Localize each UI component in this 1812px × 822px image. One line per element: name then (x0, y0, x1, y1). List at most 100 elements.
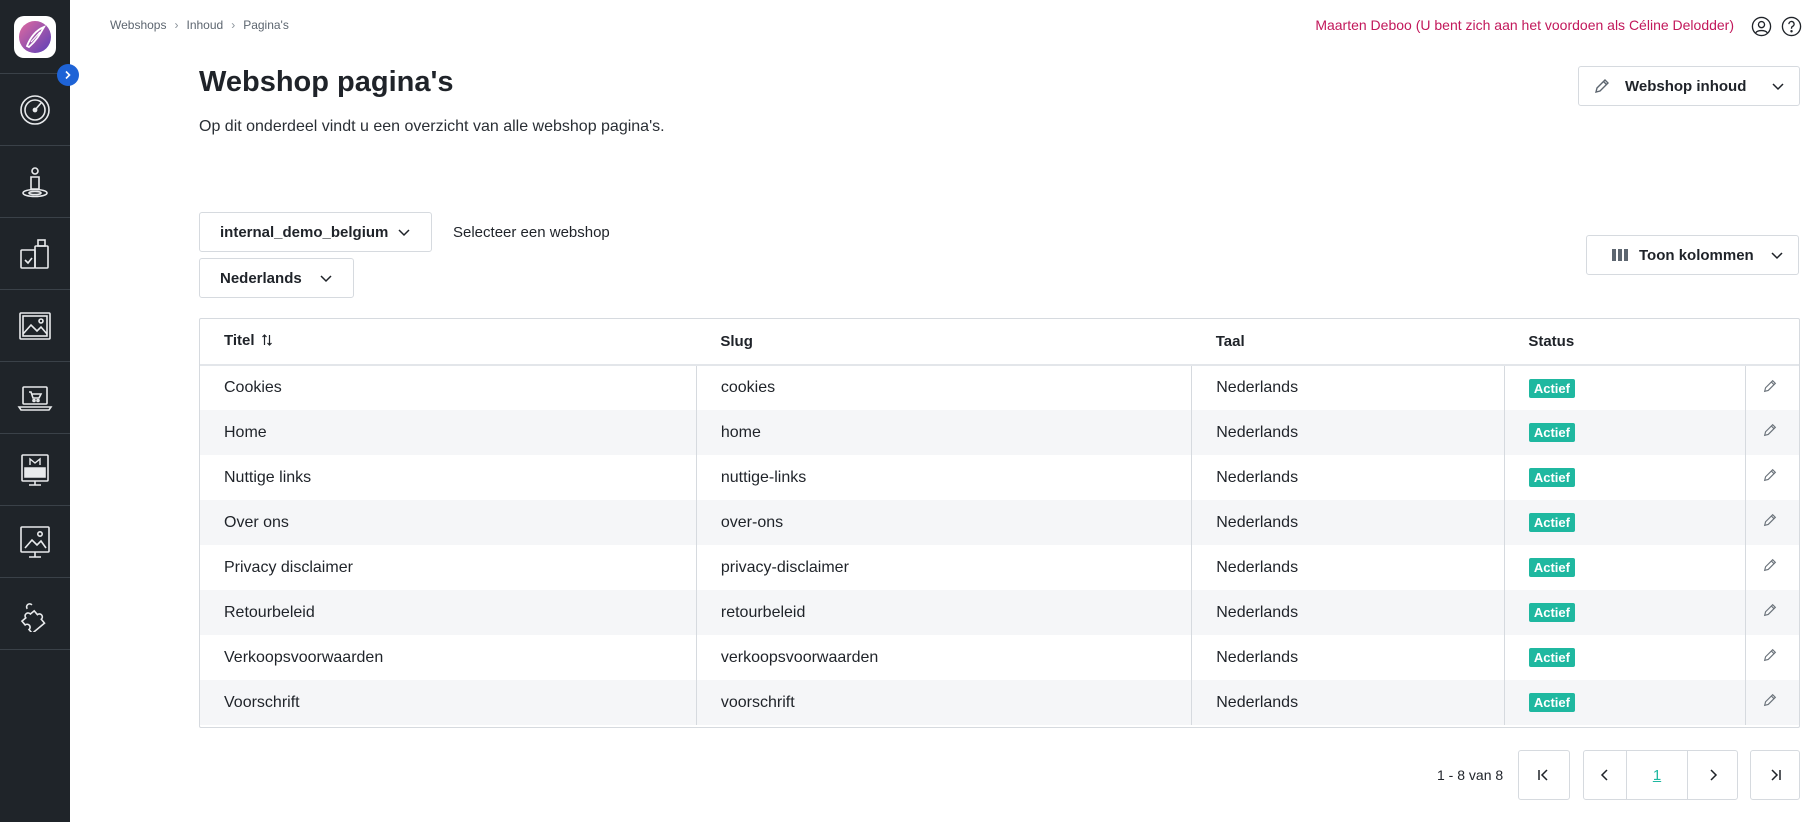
toon-kolommen-dropdown[interactable]: Toon kolommen (1586, 235, 1799, 275)
presentation-icon (20, 525, 50, 558)
webshop-select-value: internal_demo_belgium (220, 223, 389, 241)
sort-icon[interactable] (261, 333, 273, 351)
first-page-icon (1538, 769, 1548, 781)
user-account-icon[interactable] (1750, 15, 1772, 37)
cell-language: Nederlands (1191, 680, 1505, 725)
cell-status: Actief (1503, 545, 1745, 590)
breadcrumb: Webshops › Inhoud › Pagina's (110, 18, 289, 32)
breadcrumb-webshops[interactable]: Webshops (110, 18, 166, 32)
cell-status: Actief (1503, 410, 1745, 455)
pencil-icon (1762, 379, 1778, 398)
breadcrumb-inhoud[interactable]: Inhoud (186, 18, 223, 32)
first-page-button[interactable] (1518, 750, 1570, 800)
cell-title: Retourbeleid (200, 590, 697, 635)
person-icon (22, 166, 48, 197)
cell-slug: retourbeleid (695, 590, 1192, 635)
pencil-icon (1762, 693, 1778, 712)
last-page-button[interactable] (1750, 750, 1800, 800)
next-page-button[interactable] (1688, 751, 1737, 799)
edit-button[interactable] (1744, 455, 1799, 500)
cell-title: Home (200, 410, 697, 455)
status-badge: Actief (1528, 468, 1575, 487)
columns-icon (1612, 249, 1628, 261)
edit-button[interactable] (1744, 365, 1799, 410)
cell-slug: cookies (695, 365, 1192, 410)
pencil-icon (1762, 603, 1778, 622)
laptop-cart-icon (17, 385, 53, 411)
webshop-inhoud-dropdown[interactable]: Webshop inhoud (1578, 66, 1800, 106)
pencil-icon (1762, 558, 1778, 577)
edit-button[interactable] (1744, 590, 1799, 635)
sidebar-item-integrations[interactable] (0, 578, 70, 650)
table-row[interactable]: Privacy disclaimer privacy-disclaimer Nede… (200, 545, 1799, 590)
sidebar-item-customers[interactable] (0, 146, 70, 218)
sidebar-expand-button[interactable] (57, 64, 79, 86)
table-row[interactable]: Cookies cookies Nederlands Actief (200, 365, 1799, 410)
cell-slug: voorschrift (695, 680, 1192, 725)
cell-status: Actief (1503, 365, 1745, 410)
edit-button[interactable] (1744, 500, 1799, 545)
cell-title: Over ons (200, 500, 697, 545)
webshop-select[interactable]: internal_demo_belgium (199, 212, 432, 252)
webshop-select-hint: Selecteer een webshop (453, 224, 610, 241)
pencil-icon (1762, 648, 1778, 667)
webshop-inhoud-label: Webshop inhoud (1625, 77, 1747, 95)
cell-language: Nederlands (1191, 455, 1505, 500)
sidebar-item-marketing[interactable] (0, 434, 70, 506)
edit-button[interactable] (1744, 545, 1799, 590)
image-icon (19, 311, 51, 340)
app-logo[interactable] (0, 0, 70, 74)
sidebar-item-webshops[interactable] (0, 362, 70, 434)
sidebar-item-presentations[interactable] (0, 506, 70, 578)
cell-title: Cookies (224, 379, 282, 396)
cell-slug: privacy-disclaimer (695, 545, 1192, 590)
table-row[interactable]: Verkoopsvoorwaarden verkoopsvoorwaarden Ne… (200, 635, 1799, 680)
pencil-icon (1762, 513, 1778, 532)
sidebar-item-dashboard[interactable] (0, 74, 70, 146)
cell-language: Nederlands (1191, 365, 1505, 410)
cell-title: Voorschrift (200, 680, 697, 725)
table-row[interactable]: Retourbeleid retourbeleid Nederlands Actief (200, 590, 1799, 635)
previous-page-button[interactable] (1584, 751, 1627, 799)
products-icon (20, 238, 49, 269)
pagination-summary: 1 - 8 van 8 (1437, 767, 1504, 783)
chevron-right-icon (1709, 769, 1717, 781)
chevron-left-icon (1600, 769, 1608, 781)
toon-kolommen-label: Toon kolommen (1639, 246, 1754, 264)
pencil-icon (1595, 79, 1609, 93)
table-row[interactable]: Over ons over-ons Nederlands Actief (200, 500, 1799, 545)
status-badge: Actief (1528, 603, 1575, 622)
help-icon[interactable] (1780, 15, 1802, 37)
page-number-button[interactable]: 1 (1627, 751, 1688, 799)
table-row[interactable]: Nuttige links nuttige-links Nederlands Acti… (200, 455, 1799, 500)
column-header-status[interactable]: Status (1504, 319, 1745, 366)
cell-status: Actief (1503, 455, 1745, 500)
sidebar-item-media[interactable] (0, 290, 70, 362)
dashboard-icon (20, 94, 50, 125)
pencil-icon (1762, 423, 1778, 442)
cell-status: Actief (1503, 500, 1745, 545)
breadcrumb-paginas[interactable]: Pagina's (243, 18, 289, 32)
table-row[interactable]: Home home Nederlands Actief (200, 410, 1799, 455)
language-select[interactable]: Nederlands (199, 258, 354, 298)
language-select-value: Nederlands (220, 269, 302, 287)
column-header-taal[interactable]: Taal (1191, 319, 1505, 366)
sidebar-item-products[interactable] (0, 218, 70, 290)
table-header-row: Titel Slug Taal Status (200, 319, 1799, 366)
cell-slug: verkoopsvoorwaarden (695, 635, 1192, 680)
edit-button[interactable] (1744, 680, 1799, 725)
status-badge: Actief (1528, 558, 1575, 577)
edit-button[interactable] (1744, 635, 1799, 680)
column-header-slug[interactable]: Slug (696, 319, 1192, 366)
monitor-m-icon (21, 453, 49, 486)
pagination-group: 1 (1583, 750, 1738, 800)
cell-title: Verkoopsvoorwaarden (224, 648, 384, 666)
page-description: Op dit onderdeel vindt u een overzicht v… (199, 118, 665, 135)
edit-button[interactable] (1744, 410, 1799, 455)
table-row[interactable]: Voorschrift voorschrift Nederlands Actief (200, 680, 1799, 725)
puzzle-icon (20, 602, 46, 632)
pages-table: Titel Slug Taal Status Cookies cookies Ned… (199, 318, 1800, 728)
column-header-titel[interactable]: Titel (200, 319, 697, 366)
impersonation-user-label[interactable]: Maarten Deboo (U bent zich aan het voord… (1315, 17, 1734, 33)
breadcrumb-separator-icon: › (174, 18, 179, 32)
